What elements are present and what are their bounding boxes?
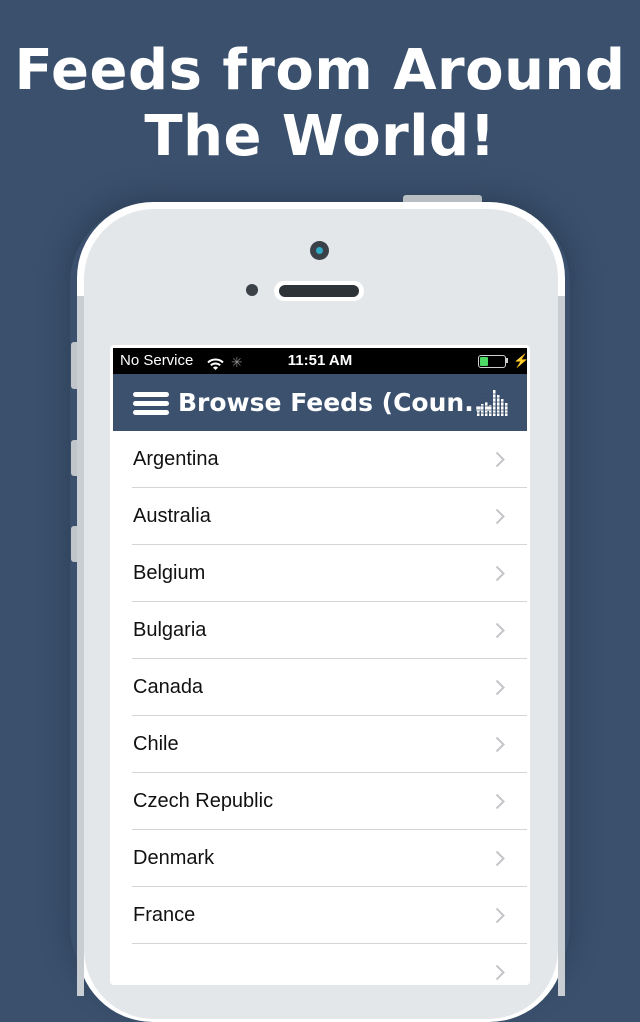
front-camera-icon bbox=[310, 241, 329, 260]
country-list-item[interactable]: Denmark bbox=[110, 830, 530, 887]
phone-rim-left bbox=[77, 296, 84, 996]
country-list-item[interactable]: Chile bbox=[110, 716, 530, 773]
chevron-right-icon bbox=[495, 508, 505, 525]
country-list-item[interactable] bbox=[110, 944, 530, 985]
battery-icon bbox=[478, 355, 506, 368]
country-list-item[interactable]: Australia bbox=[110, 488, 530, 545]
navigation-bar: Browse Feeds (Coun... bbox=[113, 374, 527, 431]
country-list-item[interactable]: France bbox=[110, 887, 530, 944]
country-name: Australia bbox=[133, 505, 211, 527]
country-list-item[interactable]: Bulgaria bbox=[110, 602, 530, 659]
phone-rim-right bbox=[558, 296, 565, 996]
nav-title: Browse Feeds (Coun... bbox=[178, 388, 493, 417]
headline-line-2: The World! bbox=[144, 104, 496, 169]
chevron-right-icon bbox=[495, 907, 505, 924]
chevron-right-icon bbox=[495, 793, 505, 810]
chevron-right-icon bbox=[495, 451, 505, 468]
battery-level-fill bbox=[480, 357, 488, 366]
status-bar: No Service ✳ 11:51 AM ⚡ bbox=[113, 348, 530, 374]
chevron-right-icon bbox=[495, 964, 505, 981]
chevron-right-icon bbox=[495, 736, 505, 753]
country-name: Chile bbox=[133, 733, 179, 755]
country-name: Denmark bbox=[133, 847, 215, 869]
hamburger-menu-icon[interactable] bbox=[133, 392, 169, 416]
chevron-right-icon bbox=[495, 565, 505, 582]
chevron-right-icon bbox=[495, 679, 505, 696]
battery-tip bbox=[506, 358, 508, 363]
country-list-item[interactable]: Belgium bbox=[110, 545, 530, 602]
country-list-item[interactable]: Canada bbox=[110, 659, 530, 716]
country-name: Bulgaria bbox=[133, 619, 207, 641]
chevron-right-icon bbox=[495, 850, 505, 867]
country-name: Canada bbox=[133, 676, 204, 698]
chevron-right-icon bbox=[495, 622, 505, 639]
phone-screen: No Service ✳ 11:51 AM ⚡ Browse Feeds (Co… bbox=[110, 345, 530, 985]
country-list-item[interactable]: Argentina bbox=[110, 431, 530, 488]
country-name: Belgium bbox=[133, 562, 206, 584]
proximity-sensor-icon bbox=[246, 284, 258, 296]
status-time: 11:51 AM bbox=[287, 352, 353, 369]
headline-line-1: Feeds from Around bbox=[14, 38, 626, 103]
promo-headline: Feeds from Around The World! bbox=[0, 38, 640, 170]
country-list-item[interactable]: Czech Republic bbox=[110, 773, 530, 830]
country-name: France bbox=[133, 904, 196, 926]
equalizer-icon[interactable] bbox=[476, 388, 508, 416]
country-list: Argentina Australia Belgium Bulgaria Canada C… bbox=[110, 431, 530, 985]
charging-bolt-icon: ⚡ bbox=[513, 353, 530, 368]
country-name: Argentina bbox=[133, 448, 219, 470]
country-name: Czech Republic bbox=[133, 790, 274, 812]
earpiece-speaker-icon bbox=[279, 285, 359, 297]
